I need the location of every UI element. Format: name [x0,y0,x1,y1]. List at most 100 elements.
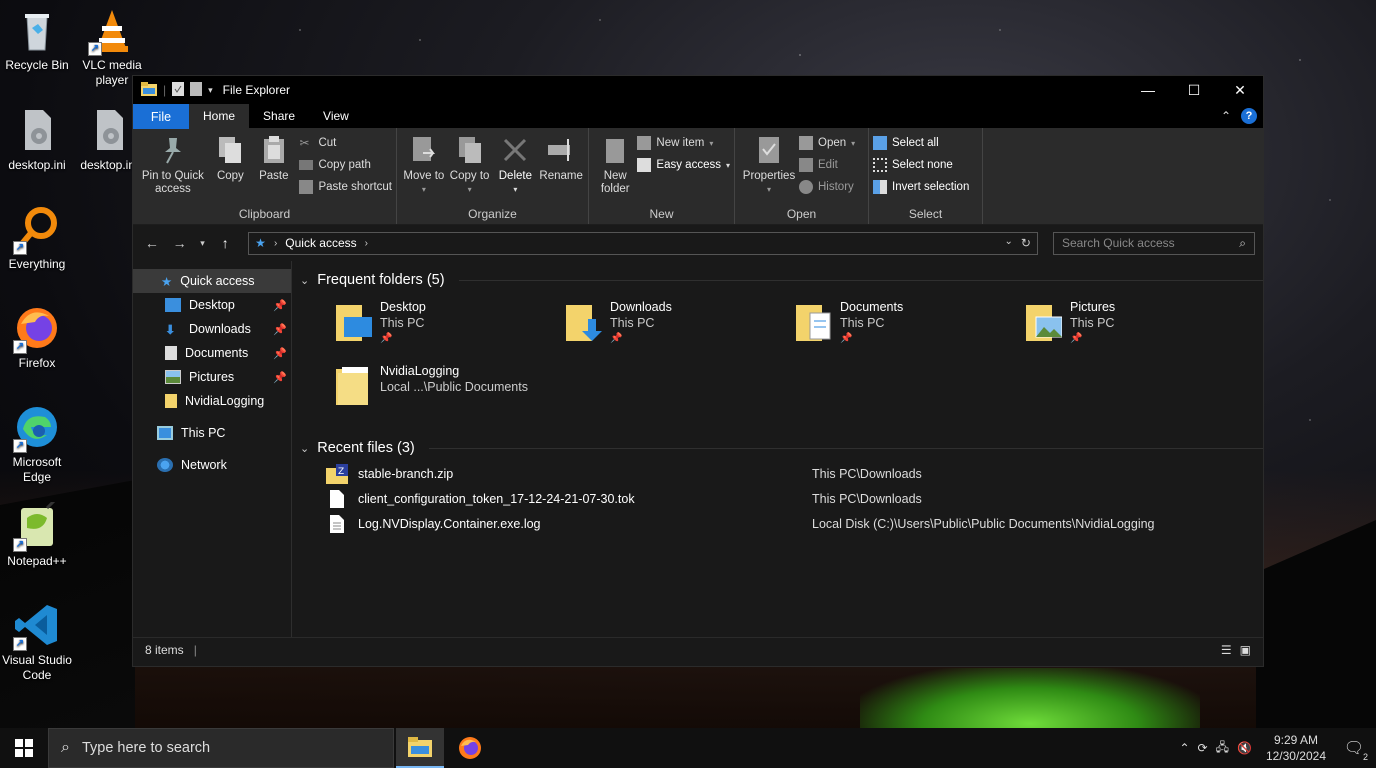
maximize-button[interactable]: ☐ [1171,76,1217,104]
network-icon[interactable]: 🖧 [1216,738,1229,759]
delete-button[interactable]: Delete ▾ [493,132,539,206]
recent-file-row[interactable]: Log.NVDisplay.Container.exe.log Local Di… [324,511,1263,536]
tab-view[interactable]: View [309,104,363,128]
recent-locations-chevron-icon[interactable]: ▾ [197,238,209,249]
notification-center-button[interactable]: 🗨 2 [1340,734,1368,762]
volume-muted-icon[interactable]: 🔇 [1237,741,1252,755]
folder-tile-pictures[interactable]: Pictures This PC 📌 [1024,293,1254,357]
new-item-icon [637,136,652,150]
recent-file-row[interactable]: client_configuration_token_17-12-24-21-0… [324,486,1263,511]
invert-selection-button[interactable]: Invert selection [873,178,969,196]
pin-icon: 📌 [380,333,393,344]
taskbar-firefox[interactable] [446,728,494,768]
select-none-button[interactable]: Select none [873,156,969,174]
close-button[interactable]: ✕ [1217,76,1263,104]
folder-icon [165,394,177,408]
nav-item-documents[interactable]: Documents 📌 [133,341,291,365]
firefox-icon: ↗ [13,304,61,354]
nav-item-this-pc[interactable]: This PC [133,421,291,445]
group-label-select: Select [908,207,943,221]
frequent-folders-header[interactable]: ⌄ Frequent folders (5) [300,267,1263,293]
address-bar[interactable]: ★ › Quick access › ⌄ ↻ [248,231,1038,255]
update-icon[interactable]: ⟳ [1198,741,1208,755]
tab-home[interactable]: Home [189,104,250,128]
new-folder-button[interactable]: New folder [593,132,637,206]
recent-file-row[interactable]: Z stable-branch.zip This PC\Downloads [324,461,1263,486]
help-icon[interactable]: ? [1241,108,1257,124]
details-view-icon[interactable]: ☰ [1221,643,1232,657]
copy-button[interactable]: Copy [209,132,252,206]
minimize-button[interactable]: — [1125,76,1171,104]
breadcrumb-chevron-icon[interactable]: › [365,238,368,249]
clock[interactable]: 9:29 AM 12/30/2024 [1260,732,1332,764]
tab-file[interactable]: File [133,104,189,129]
copy-path-button[interactable]: Copy path [299,156,392,174]
firefox-icon [459,737,481,759]
chevron-up-icon[interactable]: ⌃ [1179,741,1189,755]
desktop-folder-icon [334,299,372,343]
open-button[interactable]: Open ▾ [799,134,855,152]
folder-tile-nvidialogging[interactable]: NvidiaLogging Local ...\Public Documents [334,357,634,421]
tab-share[interactable]: Share [249,104,309,128]
nav-item-network[interactable]: Network [133,453,291,477]
breadcrumb-quick-access[interactable]: Quick access [285,236,356,250]
pin-to-quick-access-button[interactable]: Pin to Quick access [137,132,209,206]
recent-files-header[interactable]: ⌄ Recent files (3) [300,435,1263,461]
group-label-open: Open [786,207,817,221]
taskbar-file-explorer[interactable] [396,728,444,768]
refresh-icon[interactable]: ↻ [1021,236,1031,250]
properties-icon [754,134,784,166]
move-to-button[interactable]: Move to ▾ [401,132,447,206]
edit-icon [799,158,813,172]
paste-shortcut-button[interactable]: Paste shortcut [299,178,392,196]
search-input[interactable]: Search Quick access ⌕ [1052,231,1255,255]
start-button[interactable] [0,728,48,768]
rename-button[interactable]: Rename [538,132,584,206]
new-item-button[interactable]: New item ▾ [637,134,730,152]
select-none-icon [873,158,887,172]
nav-item-nvidialogging[interactable]: NvidiaLogging [133,389,291,413]
properties-button[interactable]: Properties ▾ [739,132,799,206]
shortcut-arrow-icon: ↗ [13,340,27,354]
desktop-icon-recycle-bin[interactable]: Recycle Bin [0,6,74,73]
back-arrow-icon[interactable]: ← [141,235,163,251]
taskbar-search-input[interactable]: ⌕ Type here to search [48,728,394,768]
forward-arrow-icon[interactable]: → [169,235,191,251]
up-arrow-icon[interactable]: ↑ [214,235,236,251]
edit-button[interactable]: Edit [799,156,855,174]
nav-item-pictures[interactable]: Pictures 📌 [133,365,291,389]
large-icons-view-icon[interactable]: ▣ [1240,643,1251,657]
properties-icon[interactable] [172,81,185,99]
pin-icon: 📌 [840,333,853,344]
desktop-icon-everything[interactable]: ↗ Everything [0,205,74,272]
folder-tile-documents[interactable]: Documents This PC 📌 [794,293,1024,357]
desktop-icon-vscode[interactable]: ↗ Visual Studio Code [0,601,74,683]
folder-tile-desktop[interactable]: Desktop This PC 📌 [334,293,564,357]
download-arrow-icon: ⬇ [165,323,176,337]
nav-item-desktop[interactable]: Desktop 📌 [133,293,291,317]
nav-item-quick-access[interactable]: ★ Quick access [133,269,291,293]
copy-to-button[interactable]: Copy to ▾ [447,132,493,206]
desktop-icon-firefox[interactable]: ↗ Firefox [0,304,74,371]
nav-item-downloads[interactable]: ⬇ Downloads 📌 [133,317,291,341]
new-folder-icon[interactable] [190,81,203,99]
easy-access-button[interactable]: Easy access ▾ [637,156,730,174]
desktop-icon-notepadpp[interactable]: ↗ Notepad++ [0,498,74,569]
desktop-icon-desktop-ini-1[interactable]: desktop.ini [0,106,74,173]
pin-icon: 📌 [273,299,287,312]
pictures-icon [165,370,181,384]
desktop-icon-edge[interactable]: ↗ Microsoft Edge [0,403,74,485]
select-all-button[interactable]: Select all [873,134,969,152]
folder-icon [334,363,372,407]
paste-button[interactable]: Paste [252,132,295,206]
file-icon [324,489,350,509]
cut-button[interactable]: ✂ Cut [299,134,392,152]
window-controls: — ☐ ✕ [1125,76,1263,104]
folder-tile-downloads[interactable]: Downloads This PC 📌 [564,293,794,357]
chevron-up-icon[interactable]: ⌃ [1221,109,1231,123]
main-area: ★ Quick access Desktop 📌 ⬇ Downloads 📌 D… [133,261,1263,637]
invert-selection-icon [873,180,887,194]
history-button[interactable]: History [799,178,855,196]
address-dropdown-icon[interactable]: ⌄ [1004,236,1012,250]
chevron-down-icon[interactable]: ▾ [208,85,213,96]
